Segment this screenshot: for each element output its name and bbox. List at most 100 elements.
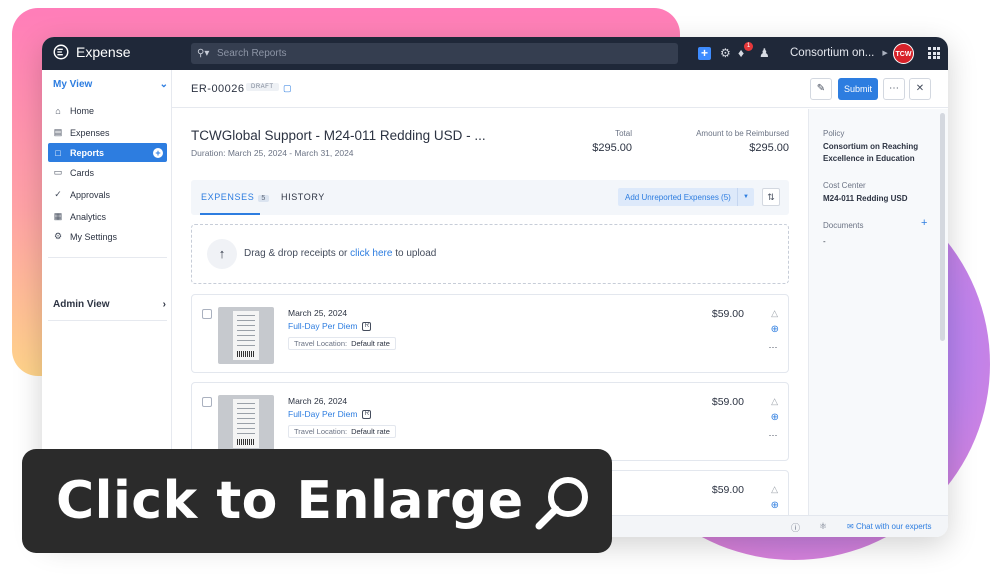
sidebar-item-home[interactable]: ⌂ Home — [48, 101, 167, 120]
notification-badge: 1 — [744, 42, 753, 51]
tab-history[interactable]: HISTORY — [281, 192, 325, 202]
documents-label: Documents — [823, 221, 864, 230]
location-value: Default rate — [351, 427, 390, 436]
row-more-icon[interactable]: ⋯ — [769, 430, 779, 441]
home-icon: ⌂ — [55, 105, 61, 116]
zoom-icon[interactable]: ⊕ — [771, 500, 779, 511]
sidebar-item-label: Approvals — [70, 189, 111, 200]
app-name: Expense — [76, 44, 131, 60]
sidebar-item-label: My Settings — [70, 231, 118, 242]
sidebar-item-label: Analytics — [70, 211, 107, 222]
expense-category-label: Full-Day Per Diem — [288, 409, 358, 419]
admin-view-label: Admin View — [53, 299, 110, 310]
details-panel: Policy Consortium on Reaching Excellence… — [808, 109, 948, 521]
expense-category[interactable]: Full-Day Per Diem R — [288, 321, 372, 331]
add-report-button[interactable]: + — [153, 147, 163, 158]
expense-row[interactable]: March 25, 2024 Full-Day Per Diem R Trave… — [191, 294, 789, 373]
sidebar-item-label: Cards — [70, 167, 95, 178]
pencil-icon: ✎ — [816, 83, 826, 94]
sidebar-item-reports[interactable]: □ Reports + — [48, 143, 167, 162]
add-unreported-button[interactable]: Add Unreported Expenses (5) ▼ — [618, 188, 754, 206]
zoom-icon[interactable]: ⊕ — [771, 324, 779, 335]
admin-view-header[interactable]: Admin View › — [53, 299, 166, 310]
location-label: Travel Location: — [294, 427, 348, 436]
row-more-icon[interactable]: ⋯ — [769, 342, 779, 353]
sidebar-divider — [48, 257, 167, 258]
tab-count: 5 — [258, 195, 269, 202]
search-icon[interactable]: ⚲▾ — [197, 48, 217, 59]
report-id: ER-00026 — [191, 83, 245, 95]
row-checkbox[interactable] — [202, 309, 212, 319]
sidebar-item-settings[interactable]: ⚙ My Settings — [48, 227, 167, 246]
app-grid-icon[interactable] — [928, 47, 940, 59]
add-document-button[interactable]: + — [921, 217, 927, 229]
expense-category[interactable]: Full-Day Per Diem R — [288, 409, 372, 419]
receipt-thumbnail[interactable] — [218, 395, 274, 452]
warning-icon[interactable]: △ — [771, 484, 778, 495]
sidebar-divider — [48, 320, 167, 321]
report-duration: Duration: March 25, 2024 - March 31, 202… — [191, 148, 354, 158]
sidebar-item-label: Reports — [70, 147, 105, 158]
sort-button[interactable]: ⇅ — [762, 188, 780, 206]
accessibility-icon[interactable]: ⚛ — [819, 521, 827, 532]
help-icon[interactable]: ⓘ — [791, 521, 800, 534]
tab-expenses[interactable]: EXPENSES 5 — [201, 192, 269, 202]
chat-link[interactable]: ✉ Chat with our experts — [847, 522, 932, 531]
report-tabs: EXPENSES 5 HISTORY Add Unreported Expense… — [191, 180, 789, 215]
total-value: $295.00 — [592, 142, 632, 154]
edit-button[interactable]: ✎ — [810, 78, 832, 100]
search-bar[interactable]: ⚲▾ — [191, 43, 678, 64]
zoom-icon[interactable]: ⊕ — [771, 412, 779, 423]
app-logo[interactable]: Expense — [52, 43, 130, 61]
avatar[interactable]: TCW — [893, 43, 914, 64]
sidebar-item-analytics[interactable]: ▦ Analytics — [48, 207, 167, 226]
chevron-down-icon: ⌄ — [159, 79, 168, 90]
user-group-icon[interactable]: ♟ — [759, 46, 770, 60]
expense-amount: $59.00 — [711, 308, 744, 320]
comment-icon[interactable]: ▢ — [283, 83, 292, 94]
documents-value: - — [823, 237, 826, 246]
cta-label: Click to Enlarge — [56, 471, 524, 531]
click-to-enlarge-button[interactable]: Click to Enlarge — [22, 449, 612, 553]
folder-icon: □ — [55, 147, 61, 158]
receipt-thumbnail[interactable] — [218, 307, 274, 364]
sidebar-item-expenses[interactable]: ▤ Expenses — [48, 123, 167, 142]
report-header: ER-00026 DRAFT ▢ ✎ Submit ⋯ ✕ — [172, 70, 948, 108]
receipt-dropzone[interactable]: ↑ Drag & drop receipts or click here to … — [191, 224, 789, 284]
more-options-button[interactable]: ⋯ — [883, 78, 905, 100]
magnifier-icon — [535, 477, 588, 530]
dropzone-text-before: Drag & drop receipts or — [244, 248, 351, 259]
receipt-icon: ▤ — [53, 127, 63, 137]
settings-icon[interactable]: ⚙ — [720, 46, 731, 60]
submit-button[interactable]: Submit — [838, 78, 878, 100]
close-button[interactable]: ✕ — [909, 78, 931, 100]
sidebar-item-cards[interactable]: ▭ Cards — [48, 163, 167, 182]
org-name: Consortium on... — [790, 47, 875, 59]
warning-icon[interactable]: △ — [771, 396, 778, 407]
dropzone-text-after: to upload — [392, 248, 437, 259]
sidebar-item-approvals[interactable]: ✓ Approvals — [48, 185, 167, 204]
chevron-right-icon: ▶ — [882, 50, 888, 57]
chevron-down-icon[interactable]: ▼ — [737, 188, 754, 206]
upload-link[interactable]: click here — [350, 248, 392, 259]
search-input[interactable] — [217, 48, 657, 59]
page-title: TCWGlobal Support - M24-011 Redding USD … — [191, 128, 486, 143]
expense-date: March 25, 2024 — [288, 308, 348, 318]
gear-icon: ⚙ — [53, 231, 63, 241]
my-view-header[interactable]: My View ⌄ — [53, 79, 168, 90]
receipt-image — [233, 311, 259, 360]
warning-icon[interactable]: △ — [771, 308, 778, 319]
cost-center-label: Cost Center — [823, 181, 866, 190]
chevron-right-icon: › — [162, 299, 166, 310]
check-circle-icon: ✓ — [54, 189, 62, 199]
sidebar-item-label: Expenses — [70, 127, 110, 138]
travel-location-tag: Travel Location: Default rate — [288, 425, 396, 438]
bell-icon[interactable]: ♦ — [738, 46, 744, 60]
row-checkbox[interactable] — [202, 397, 212, 407]
panel-scrollbar[interactable] — [940, 113, 945, 341]
quick-add-button[interactable]: + — [698, 47, 711, 60]
dropzone-text: Drag & drop receipts or click here to up… — [244, 248, 436, 259]
expense-category-label: Full-Day Per Diem — [288, 321, 358, 331]
org-switcher[interactable]: Consortium on... ▶ — [790, 47, 888, 59]
add-unreported-label: Add Unreported Expenses (5) — [625, 192, 731, 202]
